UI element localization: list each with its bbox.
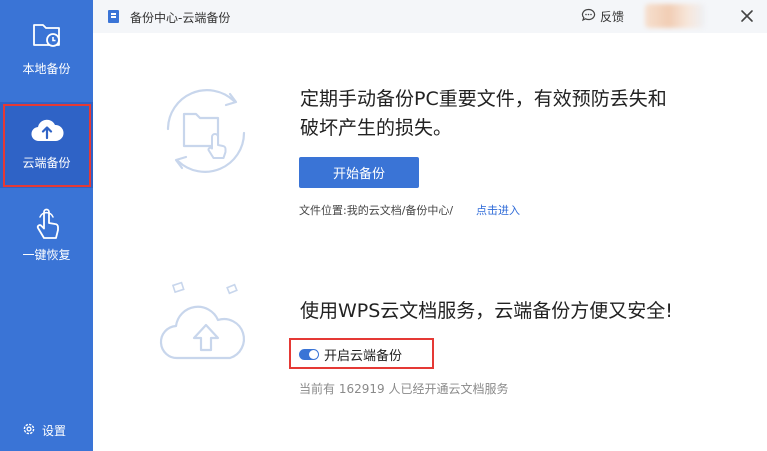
folder-clock-icon [31,20,63,54]
sidebar-item-restore[interactable]: 一键恢复 [0,200,93,280]
cloud-upload-icon [30,116,64,148]
hand-pointer-icon [31,208,63,246]
backup-headline-line2: 破坏产生的损失。 [300,117,453,139]
title-bar: 备份中心-云端备份 反馈 [93,0,767,33]
start-backup-button[interactable]: 开始备份 [299,157,419,188]
settings-label: 设置 [42,423,67,438]
cloud-upload-illustration [156,280,256,374]
main-panel: 定期手动备份PC重要文件，有效预防丢失和 破坏产生的损失。 开始备份 文件位置:… [93,33,767,451]
sidebar-item-label: 一键恢复 [22,248,71,262]
close-icon [739,9,755,28]
sidebar-item-local-backup[interactable]: 本地备份 [0,8,93,88]
manual-backup-illustration [156,81,256,185]
chat-bubble-icon [581,8,596,25]
cloud-backup-toggle[interactable] [299,349,319,360]
feedback-button[interactable]: 反馈 [581,7,624,25]
backup-headline-line1: 定期手动备份PC重要文件，有效预防丢失和 [300,88,667,110]
app-icon [108,10,119,23]
sidebar-item-cloud-backup[interactable]: 云端备份 [0,102,93,188]
toggle-label: 开启云端备份 [324,349,403,364]
file-location-text: 文件位置:我的云文档/备份中心/ [299,204,454,217]
sidebar-item-label: 云端备份 [22,156,71,170]
users-count-note: 当前有 162919 人已经开通云文档服务 [299,382,509,396]
close-button[interactable] [739,8,755,24]
feedback-label: 反馈 [600,9,625,24]
gear-icon [22,422,36,439]
avatar[interactable] [645,4,705,28]
cloud-backup-toggle-row: 开启云端备份 [299,346,403,364]
cloud-service-headline: 使用WPS云文档服务，云端备份方便又安全! [300,300,673,322]
sidebar: 本地备份 云端备份 一键恢复 设置 [0,0,93,451]
sidebar-item-label: 本地备份 [22,62,71,76]
settings-button[interactable]: 设置 [22,420,66,440]
enter-location-link[interactable]: 点击进入 [476,202,520,218]
window-title: 备份中心-云端备份 [130,11,231,25]
